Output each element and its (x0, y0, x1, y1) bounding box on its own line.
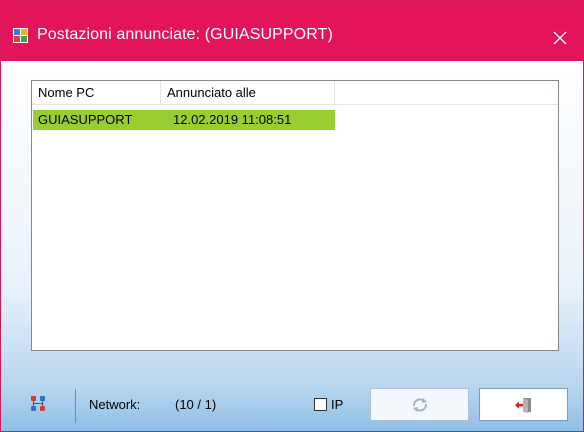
network-count: (10 / 1) (175, 397, 217, 412)
column-header-announced-at[interactable]: Annunciato alle (161, 81, 335, 105)
app-grid-icon (13, 28, 28, 43)
close-icon (553, 31, 567, 45)
announced-stations-window: Postazioni annunciate: (GUIASUPPORT) Nom… (0, 0, 584, 432)
pc-name-cell: GUIASUPPORT (38, 112, 133, 127)
column-header-filler (335, 81, 558, 105)
column-header-pc-name[interactable]: Nome PC (32, 81, 161, 105)
announced-at-cell: 12.02.2019 11:08:51 (173, 112, 292, 127)
status-bar: Network: (10 / 1) IP (1, 381, 583, 431)
exit-button[interactable] (479, 388, 568, 421)
stations-list[interactable]: Nome PC Annunciato alle GUIASUPPORT 12.0… (31, 80, 559, 351)
ip-checkbox[interactable] (314, 398, 327, 411)
network-settings-icon[interactable] (29, 394, 49, 416)
list-item[interactable]: GUIASUPPORT 12.02.2019 11:08:51 (33, 110, 335, 130)
window-client-area: Nome PC Annunciato alle GUIASUPPORT 12.0… (1, 61, 583, 431)
refresh-icon (412, 397, 427, 412)
window-title: Postazioni annunciate: (GUIASUPPORT) (37, 26, 333, 43)
refresh-button[interactable] (370, 388, 469, 421)
ip-checkbox-label[interactable]: IP (331, 397, 343, 412)
exit-door-icon (514, 397, 531, 413)
list-header: Nome PC Annunciato alle (32, 81, 558, 105)
close-button[interactable] (537, 15, 583, 61)
network-label: Network: (89, 397, 141, 412)
title-bar[interactable]: Postazioni annunciate: (GUIASUPPORT) (1, 1, 583, 61)
status-divider (75, 389, 76, 423)
